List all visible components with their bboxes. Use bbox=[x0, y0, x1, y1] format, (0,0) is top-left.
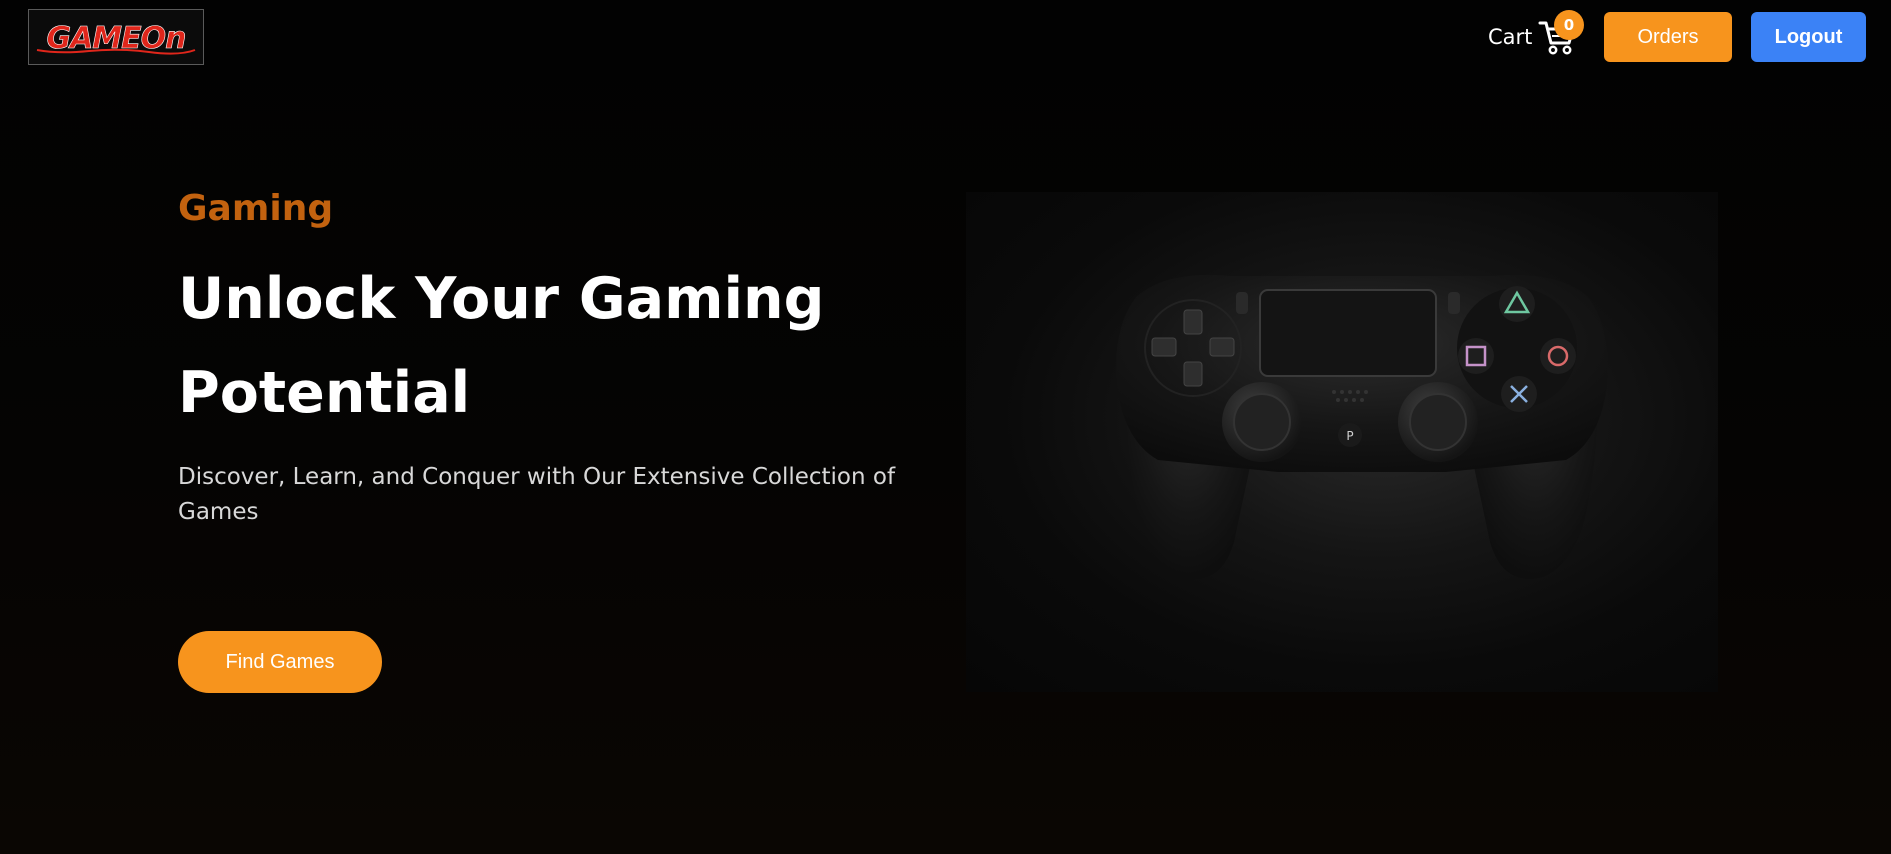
hero-controller-image: P bbox=[966, 192, 1718, 692]
find-games-button[interactable]: Find Games bbox=[178, 631, 382, 693]
logout-button[interactable]: Logout bbox=[1751, 12, 1866, 62]
page: GAMEOn Cart 0 Orders Logout Gaming Unloc… bbox=[0, 0, 1891, 854]
gameon-logo[interactable]: GAMEOn bbox=[28, 9, 204, 65]
svg-text:P: P bbox=[1346, 429, 1353, 443]
logo-graphic: GAMEOn bbox=[29, 10, 203, 64]
hero-eyebrow: Gaming bbox=[178, 188, 334, 229]
hero-subtitle: Discover, Learn, and Conquer with Our Ex… bbox=[178, 464, 896, 525]
cart-label: Cart bbox=[1488, 25, 1533, 49]
hero-title: Unlock Your Gaming Potential bbox=[178, 266, 825, 426]
svg-text:GAMEOn: GAMEOn bbox=[46, 21, 185, 56]
top-navbar: GAMEOn Cart 0 Orders Logout bbox=[0, 0, 1891, 74]
cart-count-badge: 0 bbox=[1554, 10, 1584, 40]
orders-button[interactable]: Orders bbox=[1604, 12, 1732, 62]
game-controller-icon: P bbox=[1116, 274, 1608, 579]
